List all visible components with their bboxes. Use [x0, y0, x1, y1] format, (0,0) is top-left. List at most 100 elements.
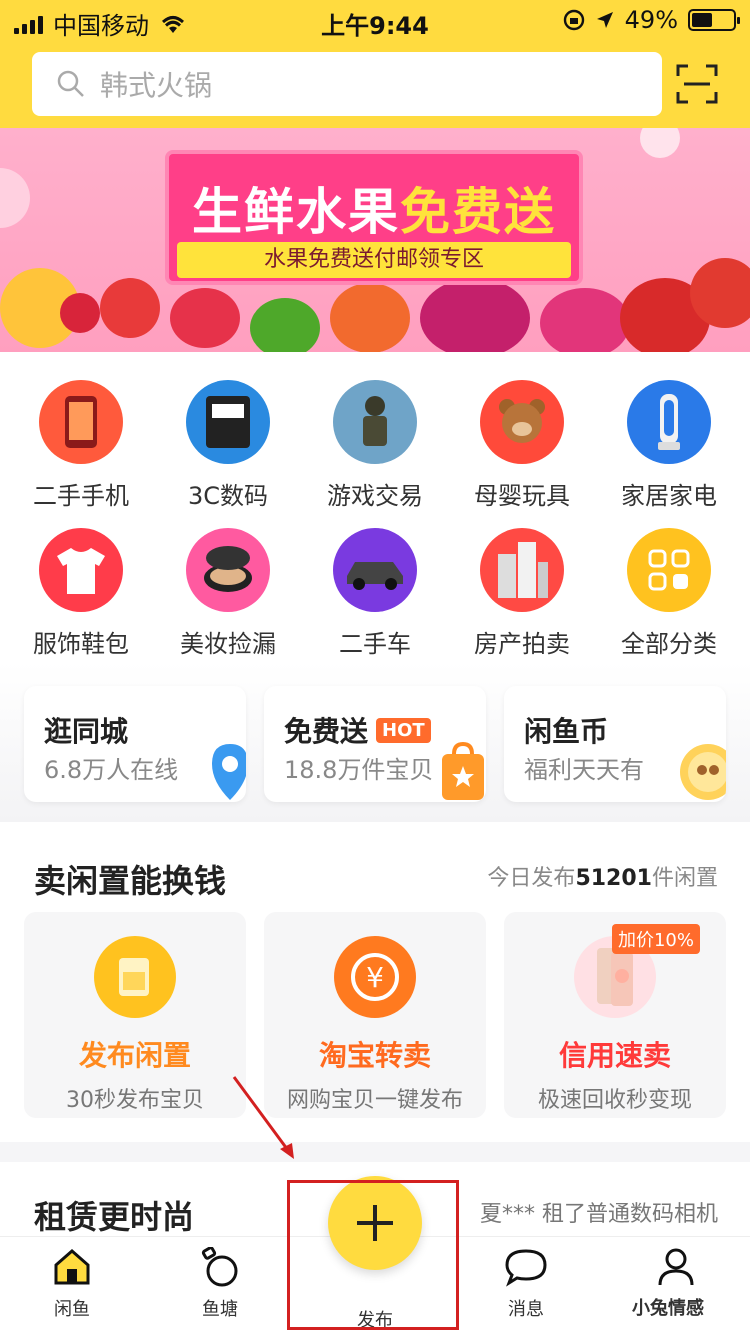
- stat-prefix: 今日发布: [487, 866, 576, 891]
- stat-suffix: 件闲置: [651, 866, 718, 891]
- category-real-estate[interactable]: 房产拍卖: [457, 528, 587, 659]
- category-label: 二手车: [339, 630, 411, 658]
- sell-section: 卖闲置能换钱 今日发布51201件闲置 发布闲置 30秒发布宝贝 ¥ 淘宝转卖 …: [0, 822, 750, 1142]
- promo-subtitle: 6.8万人在线: [44, 756, 179, 784]
- dragonfruit-icon: [420, 278, 530, 352]
- credit-sell-card[interactable]: 加价10% 信用速卖 极速回收秒变现: [504, 912, 726, 1118]
- banner-headline-box: 生鲜水果免费送 水果免费送付邮领专区: [165, 150, 583, 285]
- price-bonus-badge: 加价10%: [611, 924, 700, 954]
- promo-local[interactable]: 逛同城 6.8万人在线: [24, 686, 246, 802]
- rotation-lock-icon: [563, 9, 584, 31]
- bubble-decoration: [640, 128, 680, 158]
- promo-free[interactable]: 免费送 HOT 18.8万件宝贝: [264, 686, 486, 802]
- svg-text:¥: ¥: [366, 961, 384, 994]
- category-home-appliance[interactable]: 家居家电: [604, 380, 734, 511]
- search-icon: [57, 70, 84, 97]
- category-3c-digital[interactable]: 3C数码: [163, 380, 293, 511]
- card-desc: 极速回收秒变现: [537, 1088, 692, 1113]
- section-title: 租赁更时尚: [34, 1198, 195, 1236]
- category-all[interactable]: 全部分类: [604, 528, 734, 659]
- card-desc: 30秒发布宝贝: [66, 1088, 204, 1113]
- category-grid: 二手手机 3C数码 游戏交易 母婴玩具 家居家电 服饰鞋包 美妆捡漏 二手车 房…: [0, 352, 750, 662]
- coin-icon: [680, 744, 726, 800]
- battery-icon: [688, 9, 740, 31]
- strawberry-icon: [170, 288, 240, 348]
- shopping-bag-icon: [442, 741, 484, 800]
- kiwi-icon: [250, 298, 320, 352]
- dragonfruit-icon: [540, 288, 630, 352]
- hot-badge: HOT: [376, 717, 431, 743]
- tab-label: 闲鱼: [54, 1299, 90, 1320]
- cherry-icon: [60, 293, 100, 333]
- promo-banner[interactable]: 生鲜水果免费送 水果免费送付邮领专区: [0, 128, 750, 352]
- status-bar: 中国移动 上午9:44 49%: [0, 0, 750, 40]
- publish-item-card[interactable]: 发布闲置 30秒发布宝贝: [24, 912, 246, 1118]
- grid-icon: [627, 528, 711, 612]
- phone-icon: [39, 380, 123, 464]
- category-label: 房产拍卖: [474, 630, 570, 658]
- car-icon: [333, 528, 417, 612]
- category-used-car[interactable]: 二手车: [310, 528, 440, 659]
- highlight-box: [287, 1180, 459, 1330]
- category-label: 家居家电: [621, 482, 717, 510]
- publish-stat: 今日发布51201件闲置: [487, 860, 718, 892]
- category-label: 母婴玩具: [474, 482, 570, 510]
- banner-title-highlight: 免费送: [400, 183, 556, 241]
- memory-card-icon: [186, 380, 270, 464]
- location-icon: [596, 12, 613, 28]
- category-game-trade[interactable]: 游戏交易: [310, 380, 440, 511]
- search-placeholder: 韩式火锅: [100, 69, 213, 102]
- promo-row: 逛同城 6.8万人在线 免费送 HOT 18.8万件宝贝 闲鱼币 福利天天有: [0, 662, 750, 822]
- category-label: 二手手机: [33, 482, 129, 510]
- promo-coins[interactable]: 闲鱼币 福利天天有: [504, 686, 726, 802]
- peach-icon: [330, 283, 410, 352]
- search-input[interactable]: 韩式火锅: [32, 52, 662, 116]
- header: 中国移动 上午9:44 49% 韩式火锅: [0, 0, 750, 128]
- promo-title: 免费送: [284, 715, 369, 748]
- tab-label: 消息: [508, 1299, 544, 1320]
- tab-fishpond[interactable]: 鱼塘: [170, 1246, 270, 1321]
- watermark-logo: 小兔情感: [632, 1298, 704, 1319]
- card-title: 发布闲置: [78, 1039, 191, 1072]
- pond-icon: [201, 1246, 238, 1287]
- shirt-icon: [39, 528, 123, 612]
- bubble-decoration: [0, 168, 30, 228]
- annotation-arrow-icon: [232, 1076, 294, 1159]
- category-label: 服饰鞋包: [33, 630, 129, 658]
- card-title: 淘宝转卖: [318, 1039, 431, 1072]
- banner-title: 生鲜水果免费送: [169, 172, 579, 244]
- rent-ticker[interactable]: 夏*** 租了普通数码相机: [480, 1196, 718, 1228]
- tab-home[interactable]: 闲鱼: [22, 1247, 122, 1321]
- battery-fill: [692, 13, 712, 27]
- banner-subtitle: 水果免费送付邮领专区: [177, 242, 571, 278]
- promo-title: 闲鱼币: [524, 715, 609, 748]
- category-label: 3C数码: [187, 482, 269, 510]
- home-icon: [54, 1249, 90, 1285]
- card-title: 信用速卖: [558, 1039, 671, 1072]
- category-beauty[interactable]: 美妆捡漏: [163, 528, 293, 659]
- bear-toy-icon: [480, 380, 564, 464]
- tab-profile[interactable]: [626, 1247, 726, 1291]
- cherry-icon: [100, 278, 160, 338]
- promo-subtitle: 福利天天有: [524, 756, 644, 784]
- category-apparel[interactable]: 服饰鞋包: [16, 528, 146, 659]
- banner-title-main: 生鲜水果: [192, 183, 400, 241]
- fan-icon: [627, 380, 711, 464]
- building-icon: [480, 528, 564, 612]
- category-label: 游戏交易: [327, 482, 423, 510]
- cushion-compact-icon: [186, 528, 270, 612]
- game-character-icon: [333, 380, 417, 464]
- category-label: 美妆捡漏: [180, 630, 276, 658]
- promo-title: 逛同城: [44, 715, 129, 748]
- tab-messages[interactable]: 消息: [476, 1247, 576, 1321]
- publish-icon: [94, 936, 176, 1018]
- person-icon: [658, 1248, 694, 1286]
- promo-subtitle: 18.8万件宝贝: [284, 756, 434, 784]
- category-secondhand-phone[interactable]: 二手手机: [16, 380, 146, 511]
- yuan-refresh-icon: ¥: [334, 936, 416, 1018]
- stat-count: 51201: [575, 866, 652, 891]
- tab-label: 鱼塘: [202, 1299, 238, 1320]
- scan-icon[interactable]: [676, 64, 718, 104]
- category-baby-toys[interactable]: 母婴玩具: [457, 380, 587, 511]
- location-pin-icon: [212, 744, 246, 800]
